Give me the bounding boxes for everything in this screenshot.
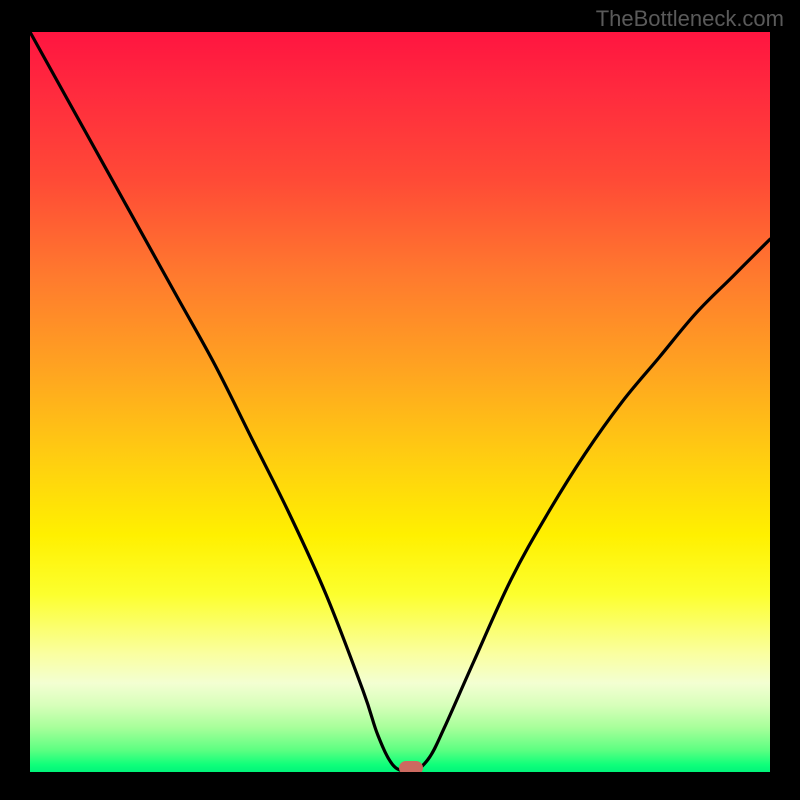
watermark-text: TheBottleneck.com [596, 6, 784, 32]
chart-frame: TheBottleneck.com [0, 0, 800, 800]
optimal-marker [399, 761, 423, 772]
plot-area [30, 32, 770, 772]
bottleneck-curve [30, 32, 770, 772]
